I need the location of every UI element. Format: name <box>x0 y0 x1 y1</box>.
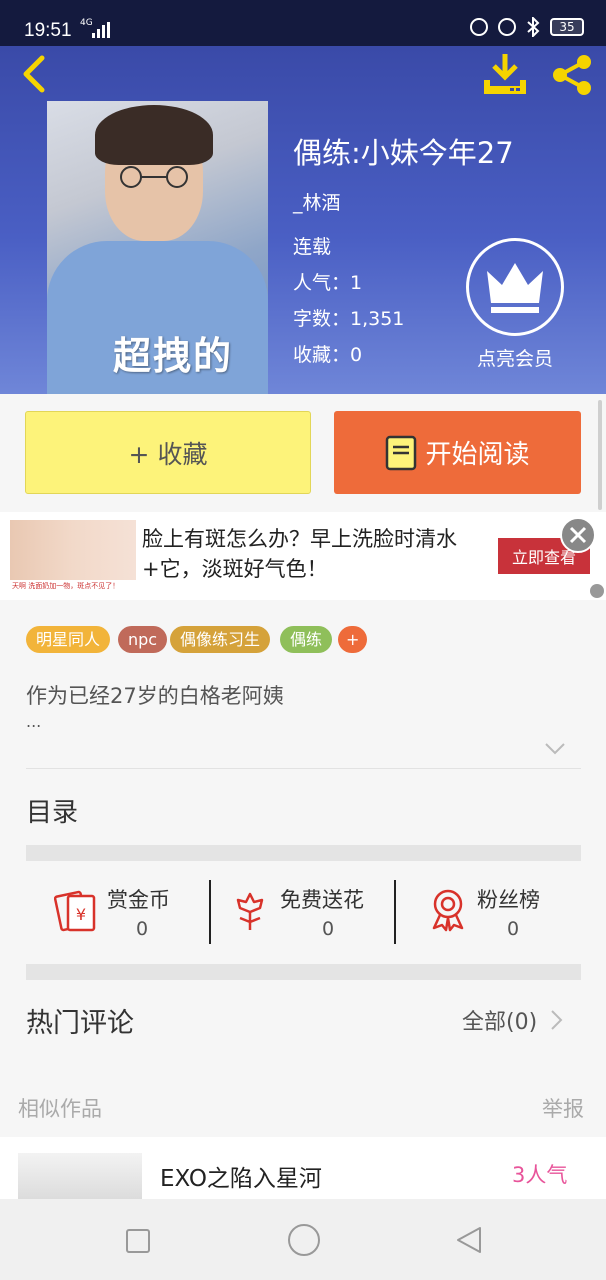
book-status: 连载 <box>293 236 332 258</box>
book-favorites: 收藏：0 <box>293 344 363 366</box>
vip-crown-button[interactable] <box>466 238 564 336</box>
tag-chip[interactable]: 偶像练习生 <box>170 626 271 653</box>
similar-work-popularity: 3人气 <box>512 1163 568 1187</box>
description-ellipsis: ... <box>26 712 42 731</box>
coin-envelope-icon: ¥ <box>54 890 96 932</box>
ad-info-icon[interactable] <box>590 584 604 598</box>
similar-work-thumbnail[interactable] <box>18 1153 142 1199</box>
ad-image[interactable]: 天啊 洗面奶加一物，斑点不见了！ <box>10 520 136 592</box>
book-header: 超拽的 偶练:小妹今年27 _林酒 连载 人气：1 字数：1,351 收藏：0 … <box>0 46 606 394</box>
similar-work-title[interactable]: EXO之陷入星河 <box>160 1159 322 1193</box>
recent-apps-icon[interactable] <box>126 1229 150 1253</box>
status-bar: 19:51 4G 35 <box>0 0 606 46</box>
divider <box>394 880 396 944</box>
report-link[interactable]: 举报 <box>542 1093 584 1123</box>
similar-works-title: 相似作品 <box>18 1097 102 1121</box>
hot-comments-title: 热门评论 <box>26 1008 134 1039</box>
divider <box>26 768 581 769</box>
tag-chip[interactable]: 偶练 <box>280 626 333 653</box>
fan-ranking-count: 0 <box>507 918 520 940</box>
svg-text:¥: ¥ <box>76 905 86 924</box>
tag-chip[interactable]: npc <box>118 626 168 653</box>
start-reading-button[interactable]: 开始阅读 <box>334 411 581 494</box>
lock-rotation-icon <box>470 18 488 36</box>
list-item[interactable]: EXO之陷入星河 3人气 <box>0 1137 606 1199</box>
back-icon[interactable] <box>16 54 52 94</box>
reward-coin-count: 0 <box>136 918 149 940</box>
flower-icon <box>236 892 264 930</box>
ad-image-caption: 天啊 洗面奶加一物，斑点不见了！ <box>10 580 136 592</box>
network-type: 4G <box>80 18 93 28</box>
fan-ranking-label: 粉丝榜 <box>477 888 540 912</box>
free-flower-count: 0 <box>322 918 335 940</box>
book-author[interactable]: _林酒 <box>293 188 341 215</box>
book-description: 作为已经27岁的白格老阿姨 <box>26 684 284 708</box>
nav-back-icon[interactable] <box>454 1225 484 1255</box>
crown-icon <box>487 263 543 313</box>
battery-icon: 35 <box>550 18 584 36</box>
divider <box>209 880 211 944</box>
chevron-down-icon[interactable] <box>544 742 566 756</box>
signal-icon <box>92 22 112 38</box>
tag-chip[interactable]: 明星同人 <box>26 626 111 653</box>
alarm-icon <box>498 18 516 36</box>
share-icon[interactable] <box>550 54 594 96</box>
cover-caption: 超拽的 <box>113 334 234 378</box>
book-popularity: 人气：1 <box>293 272 363 294</box>
download-icon[interactable] <box>480 52 530 96</box>
ad-close-icon[interactable] <box>560 517 596 553</box>
vip-label[interactable]: 点亮会员 <box>466 344 564 371</box>
free-flower-label: 免费送花 <box>280 888 364 912</box>
ad-text[interactable]: 脸上有斑怎么办？早上洗脸时清水+它，淡斑好气色！ <box>142 524 472 584</box>
home-icon[interactable] <box>288 1224 320 1256</box>
catalog-link[interactable]: 目录 <box>26 792 78 829</box>
collect-button[interactable]: + 收藏 <box>25 411 311 494</box>
start-reading-label: 开始阅读 <box>425 440 530 470</box>
all-comments-link[interactable]: 全部(0) <box>462 1004 537 1036</box>
section-separator <box>26 845 581 861</box>
add-tag-button[interactable]: + <box>338 626 368 653</box>
scrollbar[interactable] <box>598 400 602 510</box>
section-separator <box>26 964 581 980</box>
medal-icon <box>432 889 464 932</box>
bluetooth-icon <box>527 17 540 37</box>
book-word-count: 字数：1,351 <box>293 308 405 330</box>
book-icon <box>386 435 417 470</box>
chevron-right-icon[interactable] <box>548 1008 564 1032</box>
reward-coin-label: 赏金币 <box>107 888 170 912</box>
book-cover[interactable]: 超拽的 <box>47 101 268 394</box>
status-time: 19:51 <box>24 20 72 41</box>
book-title: 偶练:小妹今年27 <box>293 136 514 170</box>
system-nav-bar <box>0 1199 606 1280</box>
